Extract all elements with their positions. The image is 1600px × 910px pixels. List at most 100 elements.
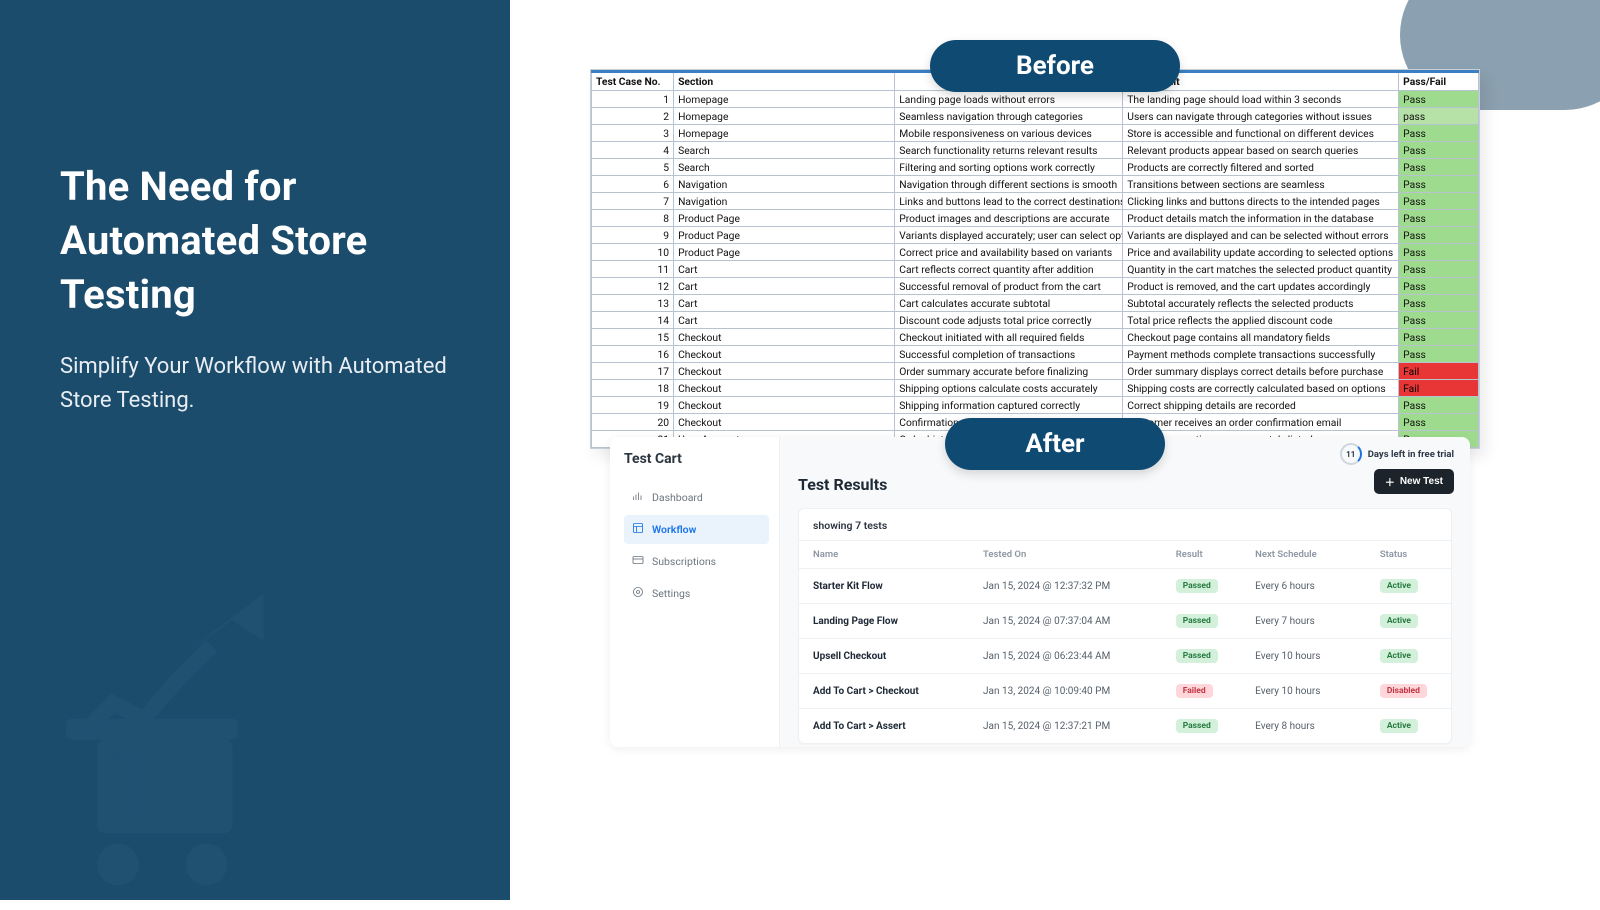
cell-detail: Successful completion of transactions: [895, 346, 1123, 363]
cell-expected: Checkout page contains all mandatory fie…: [1123, 329, 1399, 346]
table-row[interactable]: Starter Kit FlowJan 15, 2024 @ 12:37:32 …: [799, 569, 1451, 604]
cell-no: 19: [592, 397, 674, 414]
cell-detail: Product images and descriptions are accu…: [895, 210, 1123, 227]
cell-name: Add To Cart > Checkout: [799, 674, 969, 709]
sheet-row: 13CartCart calculates accurate subtotalS…: [592, 295, 1479, 312]
col-header: Next Schedule: [1241, 541, 1366, 569]
cell-name: Add To Cart > Assert: [799, 709, 969, 744]
nav-item-dashboard[interactable]: Dashboard: [624, 483, 769, 512]
cell-next: Every 8 hours: [1241, 709, 1366, 744]
cart-chart-icon: [40, 590, 300, 910]
table-row[interactable]: Landing Page FlowJan 15, 2024 @ 07:37:04…: [799, 604, 1451, 639]
nav-label: Subscriptions: [652, 555, 716, 568]
before-badge: Before: [930, 40, 1180, 92]
col-header: Name: [799, 541, 969, 569]
trial-text: Days left in free trial: [1368, 449, 1454, 460]
sheet-row: 16CheckoutSuccessful completion of trans…: [592, 346, 1479, 363]
nav-label: Dashboard: [652, 491, 703, 504]
cell-passfail: Pass: [1399, 261, 1479, 278]
cell-section: Product Page: [674, 210, 895, 227]
cell-name: Upsell Checkout: [799, 639, 969, 674]
cell-result: Failed: [1162, 674, 1241, 709]
cell-expected: Payment methods complete transactions su…: [1123, 346, 1399, 363]
nav-item-settings[interactable]: Settings: [624, 579, 769, 608]
cell-expected: Products are correctly filtered and sort…: [1123, 159, 1399, 176]
cell-passfail: Pass: [1399, 142, 1479, 159]
workflow-icon: [632, 522, 644, 537]
result-pill: Passed: [1176, 579, 1218, 593]
cell-detail: Shipping information captured correctly: [895, 397, 1123, 414]
trial-indicator: 11 Days left in free trial: [1340, 443, 1454, 465]
app-main: 11 Days left in free trial Test Results …: [780, 437, 1470, 747]
sheet-row: 4SearchSearch functionality returns rele…: [592, 142, 1479, 159]
cell-passfail: Pass: [1399, 295, 1479, 312]
sheet-row: 8Product PageProduct images and descript…: [592, 210, 1479, 227]
table-row[interactable]: Upsell CheckoutJan 15, 2024 @ 06:23:44 A…: [799, 639, 1451, 674]
plus-icon: ＋: [1385, 474, 1395, 489]
cell-passfail: Pass: [1399, 312, 1479, 329]
cell-expected: Total price reflects the applied discoun…: [1123, 312, 1399, 329]
cell-expected: Relevant products appear based on search…: [1123, 142, 1399, 159]
sheet-row: 14CartDiscount code adjusts total price …: [592, 312, 1479, 329]
results-table: NameTested OnResultNext ScheduleStatus S…: [799, 540, 1451, 743]
cell-detail: Cart reflects correct quantity after add…: [895, 261, 1123, 278]
cell-next: Every 10 hours: [1241, 639, 1366, 674]
cell-result: Passed: [1162, 709, 1241, 744]
new-test-button[interactable]: ＋ New Test: [1374, 469, 1454, 494]
col-header: Status: [1366, 541, 1451, 569]
cell-detail: Landing page loads without errors: [895, 91, 1123, 108]
cell-no: 7: [592, 193, 674, 210]
cell-detail: Cart calculates accurate subtotal: [895, 295, 1123, 312]
cell-no: 17: [592, 363, 674, 380]
cell-section: Cart: [674, 261, 895, 278]
cell-expected: Shipping costs are correctly calculated …: [1123, 380, 1399, 397]
cell-section: Product Page: [674, 244, 895, 261]
cell-detail: Shipping options calculate costs accurat…: [895, 380, 1123, 397]
col-header: Test Case No.: [592, 73, 674, 91]
cell-passfail: Pass: [1399, 414, 1479, 431]
cell-section: Homepage: [674, 108, 895, 125]
cell-section: Cart: [674, 278, 895, 295]
cell-detail: Variants displayed accurately; user can …: [895, 227, 1123, 244]
col-header: Section: [674, 73, 895, 91]
table-row[interactable]: Add To Cart > AssertJan 15, 2024 @ 12:37…: [799, 709, 1451, 744]
table-row[interactable]: Add To Cart > CheckoutJan 13, 2024 @ 10:…: [799, 674, 1451, 709]
cell-passfail: Pass: [1399, 278, 1479, 295]
cell-expected: Quantity in the cart matches the selecte…: [1123, 261, 1399, 278]
cell-no: 12: [592, 278, 674, 295]
cell-no: 3: [592, 125, 674, 142]
cell-detail: Order summary accurate before finalizing: [895, 363, 1123, 380]
cell-expected: Store is accessible and functional on di…: [1123, 125, 1399, 142]
nav-item-workflow[interactable]: Workflow: [624, 515, 769, 544]
cell-passfail: pass: [1399, 108, 1479, 125]
cell-detail: Correct price and availability based on …: [895, 244, 1123, 261]
cell-passfail: Pass: [1399, 329, 1479, 346]
after-badge: After: [945, 418, 1165, 470]
cell-expected: Price and availability update according …: [1123, 244, 1399, 261]
cell-no: 8: [592, 210, 674, 227]
cell-no: 1: [592, 91, 674, 108]
nav-item-subscriptions[interactable]: Subscriptions: [624, 547, 769, 576]
sheet-row: 17CheckoutOrder summary accurate before …: [592, 363, 1479, 380]
cell-no: 2: [592, 108, 674, 125]
cell-no: 20: [592, 414, 674, 431]
cell-section: Search: [674, 159, 895, 176]
cell-tested: Jan 13, 2024 @ 10:09:40 PM: [969, 674, 1162, 709]
cell-detail: Navigation through different sections is…: [895, 176, 1123, 193]
cell-expected: Product is removed, and the cart updates…: [1123, 278, 1399, 295]
cell-name: Starter Kit Flow: [799, 569, 969, 604]
cell-detail: Mobile responsiveness on various devices: [895, 125, 1123, 142]
gear-icon: [632, 586, 644, 601]
cell-section: Checkout: [674, 414, 895, 431]
dashboard-icon: [632, 490, 644, 505]
page-title: Test Results: [798, 475, 1452, 494]
sheet-row: 11CartCart reflects correct quantity aft…: [592, 261, 1479, 278]
cell-no: 10: [592, 244, 674, 261]
sheet-row: 5SearchFiltering and sorting options wor…: [592, 159, 1479, 176]
cell-passfail: Fail: [1399, 363, 1479, 380]
cell-result: Passed: [1162, 569, 1241, 604]
sheet-row: 18CheckoutShipping options calculate cos…: [592, 380, 1479, 397]
showing-count: showing 7 tests: [799, 509, 1451, 540]
cell-result: Passed: [1162, 604, 1241, 639]
cell-status: Active: [1366, 569, 1451, 604]
